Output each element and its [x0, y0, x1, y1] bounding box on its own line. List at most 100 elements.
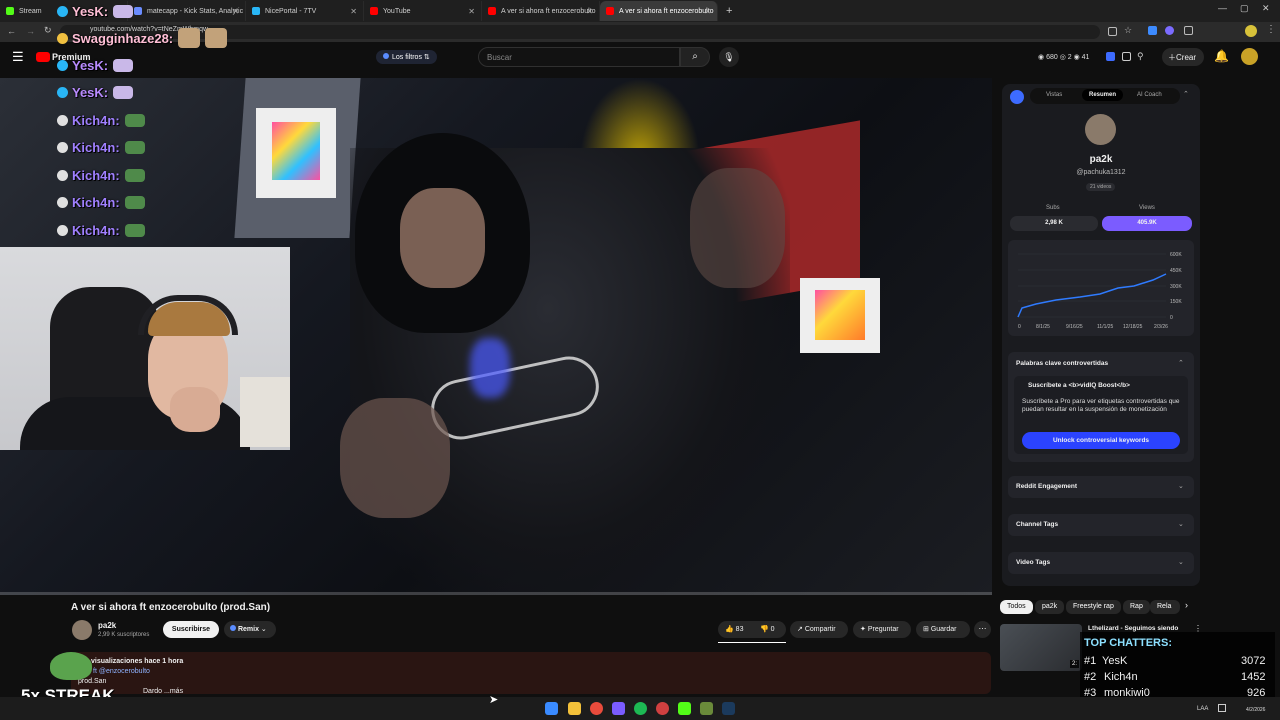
- chip-related[interactable]: Rela: [1150, 600, 1180, 614]
- close-icon[interactable]: ✕: [232, 7, 239, 16]
- reddit-engagement-card[interactable]: Reddit Engagement ⌄: [1008, 476, 1194, 498]
- close-icon[interactable]: ✕: [586, 7, 593, 16]
- browser-tab[interactable]: matecapp - Kick Stats, Analytic ✕: [128, 1, 246, 21]
- chart-y-tick: 300K: [1170, 284, 1182, 290]
- file-explorer-icon[interactable]: [568, 702, 581, 715]
- chat-username: YesK:: [72, 57, 109, 73]
- chevron-up-icon[interactable]: ⌃: [1178, 359, 1184, 367]
- chatter-count: 1452: [1241, 671, 1266, 683]
- kick-icon[interactable]: [678, 702, 691, 715]
- chat-badge-icon: [57, 114, 68, 126]
- steam-icon[interactable]: [722, 702, 735, 715]
- browser-tab[interactable]: NicePortal - 7TV ✕: [246, 1, 364, 21]
- like-button[interactable]: 👍 83: [725, 625, 743, 633]
- extension-icon[interactable]: [1165, 26, 1174, 35]
- related-video-title[interactable]: Lthelizard - Seguimos siendo: [1088, 625, 1178, 632]
- channel-name[interactable]: pa2k: [98, 621, 116, 630]
- youtube-logo-icon[interactable]: [36, 52, 50, 62]
- extension-icon[interactable]: [1106, 52, 1115, 61]
- tab-favicon: [488, 7, 496, 15]
- chevron-right-icon[interactable]: ›: [1185, 600, 1188, 610]
- subs-label: Subs: [1046, 205, 1060, 211]
- tray-icon[interactable]: [1218, 704, 1226, 712]
- subs-value[interactable]: 2,98 K: [1010, 216, 1098, 231]
- chat-message: Swagginhaze28:: [57, 28, 228, 48]
- dislike-button[interactable]: 👎 0: [760, 625, 775, 633]
- extension-icon[interactable]: ⚲: [1137, 51, 1144, 62]
- description-box[interactable]: visualizaciones hace 1 hora ft @enzocero…: [71, 652, 991, 695]
- browser-tab[interactable]: YouTube ✕: [364, 1, 482, 21]
- chrome-icon[interactable]: [590, 702, 603, 715]
- search-input[interactable]: Buscar: [478, 47, 680, 67]
- minimize-icon[interactable]: —: [1218, 3, 1227, 13]
- vidiq-tab[interactable]: Vistas: [1046, 92, 1062, 98]
- tab-title: NicePortal - 7TV: [265, 7, 317, 15]
- close-icon[interactable]: ✕: [468, 7, 475, 16]
- app-icon[interactable]: [656, 702, 669, 715]
- top-chatters-title: TOP CHATTERS:: [1084, 637, 1173, 649]
- chatter-rank: #2: [1084, 671, 1097, 683]
- chip-todos[interactable]: Todos: [1000, 600, 1033, 614]
- chip-freestyle-rap[interactable]: Freestyle rap: [1066, 600, 1121, 614]
- browser-tab[interactable]: A ver si ahora ft enzocerobulto ✕: [482, 1, 600, 21]
- avatar[interactable]: [1241, 48, 1258, 65]
- extension-icon[interactable]: [1122, 52, 1131, 61]
- spotify-icon[interactable]: [634, 702, 647, 715]
- thumbs-down-icon: 👎: [760, 626, 769, 633]
- clock-date[interactable]: 4/2/2026: [1246, 707, 1265, 713]
- reload-icon[interactable]: ↻: [44, 25, 52, 36]
- filters-button[interactable]: Los filtros ⇅: [376, 50, 437, 64]
- chat-badge-icon: [57, 59, 68, 71]
- close-icon[interactable]: ✕: [350, 7, 357, 16]
- emote-icon: [113, 4, 134, 18]
- new-tab-button[interactable]: +: [726, 5, 732, 17]
- subscribe-button[interactable]: Suscribirse: [163, 621, 219, 638]
- description-views: visualizaciones hace 1 hora: [91, 658, 184, 665]
- share-button[interactable]: ↗ Compartir: [790, 621, 848, 638]
- close-icon[interactable]: ✕: [704, 7, 711, 16]
- extension-icon[interactable]: [1108, 27, 1117, 36]
- search-button[interactable]: ⌕: [680, 47, 710, 67]
- channel-tags-card[interactable]: Channel Tags ⌄: [1008, 514, 1194, 536]
- star-icon[interactable]: ☆: [1124, 25, 1132, 36]
- webcam-overlay: [0, 247, 290, 450]
- more-actions-button[interactable]: ⋯: [974, 621, 991, 638]
- bell-icon[interactable]: 🔔: [1214, 49, 1229, 63]
- related-video-thumbnail[interactable]: 2:: [1000, 624, 1082, 671]
- extension-icon[interactable]: [1148, 26, 1157, 35]
- video-progress-track[interactable]: [0, 592, 992, 595]
- sparkle-icon: ✦: [860, 626, 866, 633]
- tab-title: matecapp - Kick Stats, Analytic: [147, 7, 244, 15]
- ask-button[interactable]: ✦ Preguntar: [853, 621, 911, 638]
- chevron-up-icon[interactable]: ⌃: [1183, 90, 1189, 98]
- keywords-title[interactable]: Palabras clave controvertidas: [1016, 360, 1108, 367]
- remix-button[interactable]: Remix ⌄: [224, 621, 276, 638]
- menu-icon[interactable]: ⋮: [1266, 24, 1276, 35]
- app-icon[interactable]: [612, 702, 625, 715]
- maximize-icon[interactable]: ▢: [1240, 3, 1249, 14]
- mic-button[interactable]: 🎙: [719, 47, 739, 67]
- windows-start-icon[interactable]: [545, 702, 558, 715]
- top-chatters-panel: TOP CHATTERS: #1 YesK 3072 #2 Kich4n 145…: [1080, 632, 1275, 706]
- avatar[interactable]: [1245, 25, 1257, 37]
- chat-username: Swagginhaze28:: [72, 30, 174, 46]
- language-indicator[interactable]: LAA: [1197, 706, 1208, 712]
- browser-tab-active[interactable]: A ver si ahora ft enzocerobulto ✕: [600, 1, 718, 21]
- extension-icon[interactable]: [1184, 26, 1193, 35]
- hamburger-menu-icon[interactable]: ☰: [12, 49, 24, 65]
- video-scene-sign: [272, 122, 320, 180]
- channel-avatar[interactable]: [72, 620, 92, 640]
- views-value[interactable]: 405.9K: [1102, 216, 1192, 231]
- app-icon[interactable]: [700, 702, 713, 715]
- vidiq-tab-active[interactable]: Resumen: [1082, 89, 1124, 101]
- vidiq-tab[interactable]: AI Coach: [1137, 92, 1162, 98]
- unlock-keywords-button[interactable]: Unlock controversial keywords: [1022, 432, 1180, 449]
- forward-icon[interactable]: →: [26, 26, 35, 36]
- close-window-icon[interactable]: ✕: [1262, 3, 1270, 14]
- chip-channel[interactable]: pa2k: [1035, 600, 1065, 614]
- back-icon[interactable]: ←: [7, 26, 16, 36]
- chip-rap[interactable]: Rap: [1123, 600, 1150, 614]
- video-tags-card[interactable]: Video Tags ⌄: [1008, 552, 1194, 574]
- create-button[interactable]: ＋Crear: [1162, 48, 1204, 66]
- save-button[interactable]: ⊞ Guardar: [916, 621, 970, 638]
